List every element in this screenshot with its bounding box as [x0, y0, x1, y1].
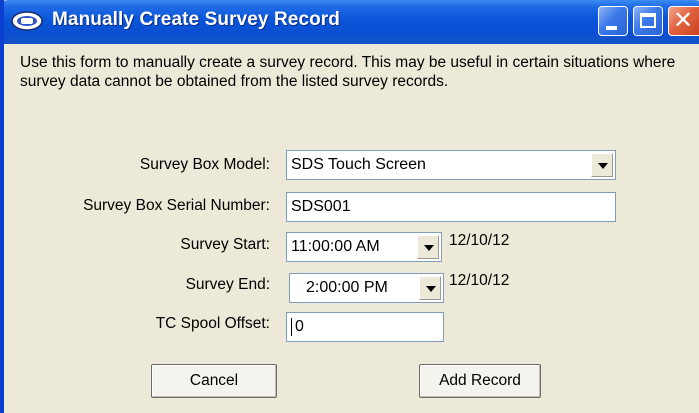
- survey-app-icon: [11, 11, 43, 31]
- close-button[interactable]: ✕: [668, 6, 699, 36]
- survey-start-time-picker[interactable]: 11:00:00 AM: [286, 232, 442, 262]
- maximize-icon: [640, 13, 656, 28]
- minimize-icon: [606, 26, 617, 30]
- text-caret: [291, 318, 292, 336]
- form-description: Use this form to manually create a surve…: [20, 54, 676, 90]
- survey-end-dropdown-button[interactable]: [419, 276, 441, 300]
- box-model-label: Survey Box Model:: [139, 156, 270, 173]
- box-model-dropdown-button[interactable]: [591, 153, 613, 177]
- chevron-down-icon: [426, 286, 436, 292]
- serial-number-input[interactable]: SDS001: [286, 192, 616, 222]
- window-title: Manually Create Survey Record: [52, 9, 341, 30]
- title-bar[interactable]: Manually Create Survey Record ✕: [4, 0, 699, 44]
- maximize-button[interactable]: [633, 6, 663, 36]
- close-icon: ✕: [673, 7, 694, 34]
- add-record-button[interactable]: Add Record: [419, 364, 541, 398]
- spool-offset-input[interactable]: 0: [286, 312, 444, 342]
- survey-end-date: 12/10/12: [449, 272, 510, 289]
- dialog-window: Manually Create Survey Record ✕ Use this…: [0, 0, 699, 413]
- cancel-button[interactable]: Cancel: [151, 364, 277, 398]
- spool-offset-value: 0: [295, 318, 304, 335]
- survey-start-date: 12/10/12: [449, 232, 510, 249]
- box-model-value: SDS Touch Screen: [291, 156, 426, 173]
- survey-end-label: Survey End:: [185, 276, 270, 293]
- survey-start-dropdown-button[interactable]: [417, 235, 439, 259]
- box-model-select[interactable]: SDS Touch Screen: [286, 150, 616, 180]
- survey-start-time: 11:00:00 AM: [291, 238, 380, 255]
- chevron-down-icon: [424, 245, 434, 251]
- chevron-down-icon: [598, 163, 608, 169]
- survey-end-time: 2:00:00 PM: [306, 279, 388, 296]
- spool-offset-label: TC Spool Offset:: [155, 315, 270, 332]
- survey-start-label: Survey Start:: [180, 236, 270, 253]
- survey-end-time-picker[interactable]: 2:00:00 PM: [289, 273, 444, 303]
- serial-number-label: Survey Box Serial Number:: [83, 197, 270, 214]
- minimize-button[interactable]: [598, 6, 628, 36]
